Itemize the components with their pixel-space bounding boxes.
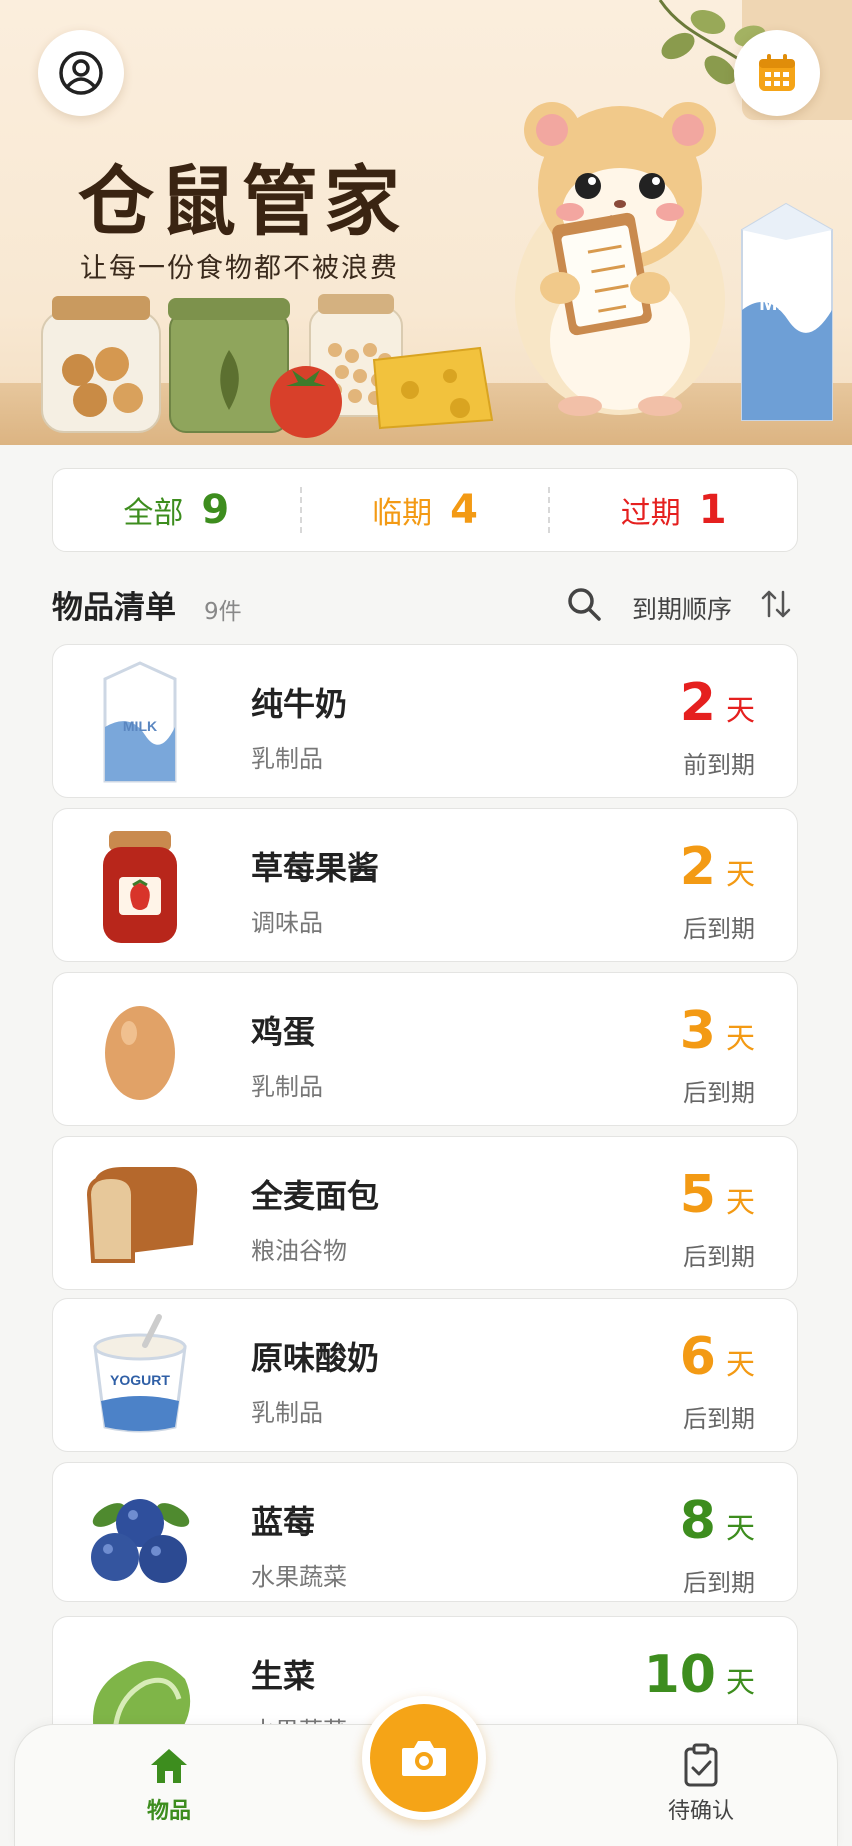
egg-icon — [100, 1001, 180, 1105]
calendar-button[interactable] — [734, 30, 820, 116]
days-count: 5 — [679, 1165, 716, 1225]
nav-tab-items-label: 物品 — [146, 1799, 191, 1824]
item-category: 调味品 — [251, 909, 323, 937]
svg-text:MILK: MILK — [759, 290, 813, 315]
blueberries-icon — [91, 1499, 190, 1583]
stat-near-expiry-filter[interactable]: 临期 4 — [299, 487, 549, 533]
item-name: 蓝莓 — [251, 1503, 316, 1541]
days-count: 2 — [679, 673, 716, 733]
days-unit: 天 — [725, 1347, 755, 1381]
stat-expired-value: 1 — [698, 487, 727, 533]
stat-all-value: 9 — [201, 487, 230, 533]
clipboard-check-icon — [684, 1743, 718, 1787]
days-count: 8 — [679, 1491, 716, 1551]
days-count: 10 — [643, 1645, 716, 1705]
camera-icon — [402, 1741, 446, 1776]
nav-tab-pending-label: 待确认 — [667, 1799, 734, 1824]
days-unit: 天 — [725, 693, 755, 727]
sort-order-label[interactable]: 到期顺序 — [632, 590, 732, 626]
item-name: 原味酸奶 — [251, 1339, 380, 1377]
milk-carton-icon: MILK — [103, 661, 177, 783]
hero-banner: 仓鼠管家 让每一份食物都不被浪费 MILK — [0, 0, 852, 445]
expiry-note: 后到期 — [683, 915, 755, 943]
sort-arrows-icon[interactable] — [758, 586, 794, 622]
strawberry-jam-icon — [103, 831, 177, 943]
list-count: 9件 — [204, 599, 242, 625]
stat-near-expiry-value: 4 — [450, 487, 478, 533]
days-remaining: 3 天 — [680, 1001, 755, 1061]
item-name: 纯牛奶 — [251, 685, 348, 723]
nav-tab-pending[interactable]: 待确认 — [641, 1741, 761, 1825]
nav-tab-items[interactable]: 物品 — [109, 1741, 229, 1825]
item-category: 乳制品 — [251, 1073, 323, 1101]
svg-text:MILK: MILK — [123, 718, 157, 734]
days-unit: 天 — [725, 857, 755, 891]
expiry-note: 后到期 — [683, 1405, 755, 1433]
list-title: 物品清单 — [52, 590, 176, 626]
search-icon[interactable] — [564, 584, 604, 624]
stat-expired-label: 过期 — [620, 496, 681, 531]
days-remaining: 2 天 — [680, 673, 755, 733]
calendar-icon — [759, 54, 795, 91]
days-unit: 天 — [725, 1665, 755, 1699]
profile-button[interactable] — [38, 30, 124, 116]
stat-all-filter[interactable]: 全部 9 — [53, 487, 300, 533]
user-circle-icon — [59, 51, 103, 95]
svg-text:YOGURT: YOGURT — [110, 1372, 170, 1388]
bread-loaf-icon — [86, 1167, 198, 1263]
item-name: 生菜 — [251, 1657, 316, 1695]
days-unit: 天 — [725, 1511, 755, 1545]
list-item[interactable]: MILK 纯牛奶 乳制品 2 天 前到期 — [52, 644, 798, 798]
days-remaining: 2 天 — [680, 837, 755, 897]
days-remaining: 10 天 — [644, 1645, 755, 1705]
app-subtitle: 让每一份食物都不被浪费 — [80, 253, 399, 284]
item-name: 草莓果酱 — [251, 849, 380, 887]
yogurt-cup-icon: YOGURT — [93, 1314, 187, 1433]
home-icon — [151, 1749, 187, 1783]
list-item[interactable]: 草莓果酱 调味品 2 天 后到期 — [52, 808, 798, 962]
item-category: 乳制品 — [251, 1399, 323, 1427]
days-count: 2 — [679, 837, 716, 897]
list-item[interactable]: 全麦面包 粮油谷物 5 天 后到期 — [52, 1136, 798, 1290]
expiry-note: 后到期 — [683, 1243, 755, 1271]
camera-scan-button[interactable] — [362, 1696, 486, 1820]
list-header: 物品清单 9件 到期顺序 — [52, 580, 798, 628]
milk-carton-illustration: MILK — [741, 202, 833, 421]
days-count: 6 — [679, 1327, 716, 1387]
days-remaining: 8 天 — [680, 1491, 755, 1551]
list-item[interactable]: YOGURT 原味酸奶 乳制品 6 天 后到期 — [52, 1298, 798, 1452]
item-name: 鸡蛋 — [251, 1013, 316, 1051]
stat-expired-filter[interactable]: 过期 1 — [548, 487, 797, 533]
stat-near-expiry-label: 临期 — [372, 496, 433, 531]
days-unit: 天 — [725, 1185, 755, 1219]
item-name: 全麦面包 — [251, 1177, 380, 1215]
item-category: 粮油谷物 — [251, 1237, 347, 1265]
days-remaining: 5 天 — [680, 1165, 755, 1225]
days-unit: 天 — [725, 1021, 755, 1055]
days-remaining: 6 天 — [680, 1327, 755, 1387]
item-category: 乳制品 — [251, 745, 323, 773]
expiry-note: 后到期 — [683, 1569, 755, 1597]
days-count: 3 — [679, 1001, 716, 1061]
app-title: 仓鼠管家 — [78, 157, 406, 246]
stat-all-label: 全部 — [123, 496, 184, 531]
hamster-mascot-illustration — [515, 102, 725, 416]
stats-summary-bar: 全部 9 临期 4 过期 1 — [52, 468, 798, 552]
item-category: 水果蔬菜 — [251, 1563, 347, 1591]
expiry-note: 后到期 — [683, 1079, 755, 1107]
expiry-note: 前到期 — [683, 751, 755, 779]
pantry-jars-illustration — [41, 294, 494, 438]
list-item[interactable]: 鸡蛋 乳制品 3 天 后到期 — [52, 972, 798, 1126]
list-item[interactable]: 蓝莓 水果蔬菜 8 天 后到期 — [52, 1462, 798, 1602]
